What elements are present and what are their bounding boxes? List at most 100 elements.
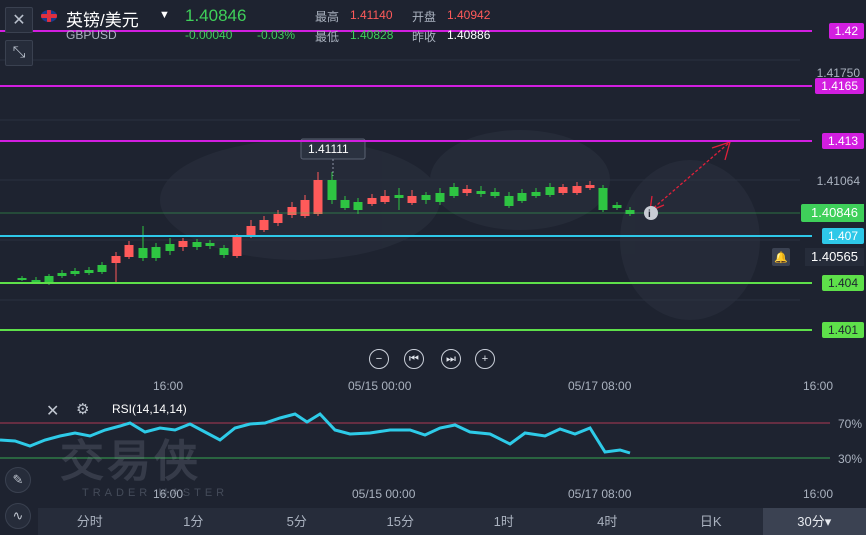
open-label: 开盘 <box>412 10 437 24</box>
level-line-6[interactable] <box>0 329 812 331</box>
symbol-code: GBPUSD <box>66 28 117 42</box>
zoom-in-icon[interactable]: + <box>475 349 495 369</box>
candle-body <box>585 185 595 188</box>
level-label-3[interactable]: 1.413 <box>821 133 864 149</box>
indicator-icon[interactable]: ∿ <box>5 503 31 529</box>
close-icon[interactable]: ✕ <box>5 7 33 33</box>
tab-timeshare[interactable]: 分时 <box>38 508 142 535</box>
open-value: 1.40942 <box>447 8 491 22</box>
rsi-close-icon[interactable]: ✕ <box>46 401 59 421</box>
candle-body <box>97 265 107 272</box>
rsi-time-label-1: 16:00 <box>153 487 184 501</box>
watermark-logo: 交易侠 <box>60 437 201 486</box>
candle-body <box>17 278 27 280</box>
candle-body <box>353 202 363 210</box>
rsi-time-label-2: 05/15 00:00 <box>352 487 416 501</box>
rsi-lower-label: 30% <box>837 452 862 466</box>
candle-body <box>124 245 134 257</box>
uk-flag-icon <box>41 10 57 22</box>
candle-body <box>232 236 242 256</box>
prev-close-value: 1.40886 <box>447 28 491 42</box>
last-price: 1.40846 <box>185 6 247 25</box>
price-change: -0.00040 <box>185 28 233 42</box>
alert-price-tag[interactable]: 1.40565 <box>805 248 864 266</box>
candle-body <box>300 200 310 216</box>
tab-15min[interactable]: 15分 <box>349 508 453 535</box>
price-change-pct: -0.03% <box>257 28 296 42</box>
candle-body <box>435 193 445 202</box>
world-map-bg <box>160 130 760 320</box>
level-line-3[interactable] <box>0 140 812 142</box>
level-label-1[interactable]: 1.42 <box>828 23 864 39</box>
high-label: 最高 <box>315 10 340 24</box>
candle-body <box>407 196 417 203</box>
candle-body <box>111 256 121 263</box>
candle-body <box>205 243 215 246</box>
time-label-2: 05/15 00:00 <box>348 379 412 393</box>
low-label: 最低 <box>315 30 340 44</box>
candle-body <box>572 186 582 193</box>
tab-1min[interactable]: 1分 <box>142 508 246 535</box>
level-line-2[interactable] <box>0 85 812 87</box>
jump-start-icon[interactable]: ⏮ <box>404 349 424 369</box>
candle-body <box>259 220 269 230</box>
rsi-settings-icon[interactable]: ⚙ <box>76 400 89 418</box>
level-label-4[interactable]: 1.407 <box>821 228 864 244</box>
candle-body <box>70 271 80 274</box>
level-label-5[interactable]: 1.404 <box>821 275 864 291</box>
candle-body <box>531 192 541 196</box>
info-marker-icon <box>644 206 658 220</box>
candle-body <box>165 244 175 251</box>
candle-body <box>558 187 568 193</box>
time-label-3: 05/17 08:00 <box>568 379 632 393</box>
tab-daily[interactable]: 日K <box>659 508 763 535</box>
tab-5min[interactable]: 5分 <box>245 508 349 535</box>
level-line-5[interactable] <box>0 282 812 284</box>
candle-body <box>462 189 472 193</box>
rsi-upper-label: 70% <box>837 417 862 431</box>
low-value: 1.40828 <box>350 28 394 42</box>
level-label-2[interactable]: 1.4165 <box>815 78 864 94</box>
candle-body <box>476 191 486 194</box>
candle-body <box>367 198 377 204</box>
rsi-time-label-3: 05/17 08:00 <box>568 487 632 501</box>
jump-end-icon[interactable]: ⏭ <box>441 349 461 369</box>
candle-body <box>151 247 161 258</box>
candle-body <box>219 248 229 255</box>
tab-4h[interactable]: 4时 <box>556 508 660 535</box>
collapse-icon[interactable]: ⤡ <box>5 40 33 66</box>
candle-body <box>192 242 202 247</box>
time-label-4: 16:00 <box>803 379 834 393</box>
candle-body <box>84 270 94 273</box>
candle-body <box>545 187 555 195</box>
candle-body <box>246 226 256 235</box>
bell-icon[interactable]: 🔔 <box>772 248 790 266</box>
candle-body <box>612 205 622 208</box>
candle-body <box>449 187 459 196</box>
candle-body <box>517 193 527 201</box>
level-line-4[interactable] <box>0 235 812 237</box>
current-price-tag: 1.40846 <box>801 204 864 222</box>
candle-body <box>313 180 323 214</box>
candle-body <box>394 195 404 198</box>
pencil-icon[interactable]: ✎ <box>5 467 31 493</box>
axis-price-2: 1.41064 <box>816 174 860 188</box>
symbol-dropdown-icon[interactable]: ▼ <box>159 9 170 21</box>
level-label-6[interactable]: 1.401 <box>821 322 864 338</box>
candle-body <box>327 180 337 200</box>
prev-close-label: 昨收 <box>412 30 437 44</box>
tab-1h[interactable]: 1时 <box>452 508 556 535</box>
candle-body <box>598 188 608 210</box>
zoom-out-icon[interactable]: − <box>369 349 389 369</box>
svg-text:i: i <box>648 209 651 220</box>
candle-body <box>57 273 67 276</box>
tab-30min[interactable]: 30分▾ <box>762 508 866 535</box>
timeframe-tabs: 分时 1分 5分 15分 1时 4时 日K 30分▾ <box>38 508 866 535</box>
axis-price-1: 1.41750 <box>816 66 860 80</box>
time-label-1: 16:00 <box>153 379 184 393</box>
candle-body <box>380 196 390 202</box>
candle-body <box>340 200 350 208</box>
rsi-label: RSI(14,14,14) <box>112 402 187 416</box>
candle-body <box>421 195 431 200</box>
rsi-time-label-4: 16:00 <box>803 487 834 501</box>
